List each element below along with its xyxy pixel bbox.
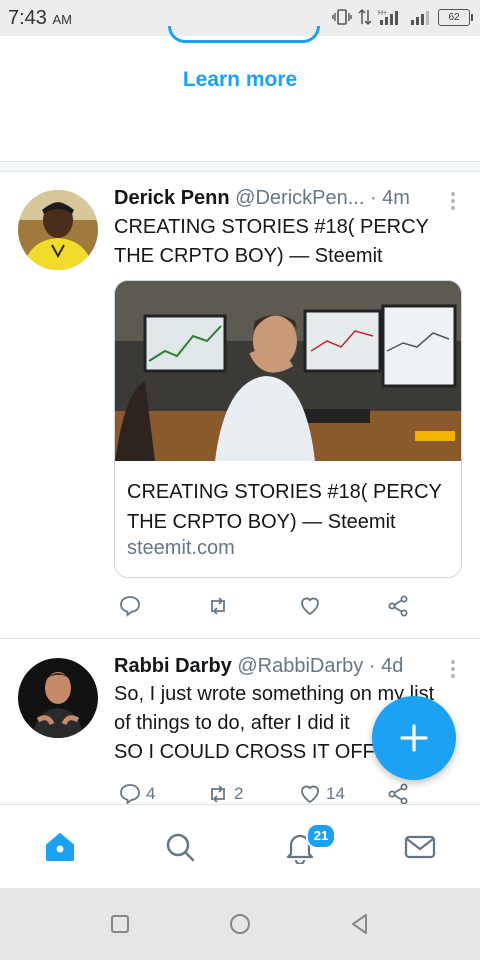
recents-icon[interactable] [108,912,132,936]
tweet-divider [0,638,480,639]
link-card[interactable]: CREATING STORIES #18( PERCY THE CRPTO BO… [114,280,462,578]
avatar[interactable] [18,190,98,270]
heart-icon [301,597,319,616]
tweet-header: Rabbi Darby @RabbiDarby · 4d [114,655,403,678]
author-name[interactable]: Rabbi Darby [114,655,232,677]
avatar-image [18,658,98,738]
home-icon [46,833,74,861]
card-title: CREATING STORIES #18( PERCY THE CRPTO BO… [127,477,457,537]
retweet-icon [211,597,225,615]
signal-hplus-icon: H+ [378,10,398,25]
author-handle: @RabbiDarby [237,655,364,677]
signal-icon [411,11,429,25]
home-button-icon[interactable] [228,912,252,936]
status-ampm: AM [52,12,73,27]
reply-icon [120,596,140,617]
retweet-icon [211,785,225,803]
learn-more-link[interactable]: Learn more [0,68,480,92]
avatar[interactable] [18,658,98,738]
card-title-line: CREATING STORIES #18( PERCY [127,481,442,503]
data-arrows-icon [358,8,372,26]
tweet-text: CREATING STORIES #18( PERCY THE CRPTO BO… [114,213,464,271]
card-image [115,281,461,461]
retweet-button[interactable]: 2 [206,782,243,806]
bottom-nav: 21 [0,804,480,889]
like-button[interactable]: 14 [298,782,345,806]
promo-button-edge[interactable] [168,26,320,43]
nav-search[interactable] [160,827,200,867]
heart-icon [301,785,319,804]
more-vert-icon[interactable] [450,189,456,213]
avatar-image [18,190,98,270]
search-icon [166,833,195,862]
share-icon [388,783,408,805]
like-button[interactable] [298,594,326,618]
tweet-header: Derick Penn @DerickPen... · 4m [114,187,410,210]
nav-home[interactable] [40,827,80,867]
author-name[interactable]: Derick Penn [114,187,230,209]
more-vert-icon[interactable] [450,657,456,681]
promo-section: Learn more [0,26,480,162]
tweet-text-line: THE CRPTO BOY) — Steemit [114,245,383,267]
card-domain: steemit.com [127,537,235,559]
like-count: 14 [326,784,345,803]
notifications-badge: 21 [306,823,336,849]
svg-text:H+: H+ [378,10,387,17]
nav-messages[interactable] [400,827,440,867]
card-title-line: THE CRPTO BOY) — Steemit [127,511,396,533]
status-icons: H+ 62 [332,8,473,26]
retweet-count: 2 [234,784,244,803]
reply-icon [120,784,140,805]
vibrate-icon [332,9,352,25]
tweet-text-line: CREATING STORIES #18( PERCY [114,216,429,238]
author-handle: @DerickPen... [235,187,365,209]
compose-plus-icon [400,724,428,752]
status-time: 7:43 AM [8,7,72,30]
tweet-time: · 4d [368,655,404,677]
share-button[interactable] [386,594,410,618]
tweet-time: · 4m [369,187,410,209]
compose-tweet-button[interactable] [372,696,456,780]
mail-icon [404,835,436,859]
tweet-actions [0,594,480,624]
battery-indicator: 62 [438,8,473,26]
back-icon[interactable] [348,912,372,936]
status-clock: 7:43 [8,7,47,29]
section-divider [0,161,480,172]
share-icon [388,595,408,617]
system-nav-bar [0,888,480,960]
retweet-button[interactable] [206,594,234,618]
reply-count: 4 [146,784,156,803]
reply-button[interactable]: 4 [118,782,155,806]
share-button[interactable] [386,782,410,806]
reply-button[interactable] [118,594,146,618]
